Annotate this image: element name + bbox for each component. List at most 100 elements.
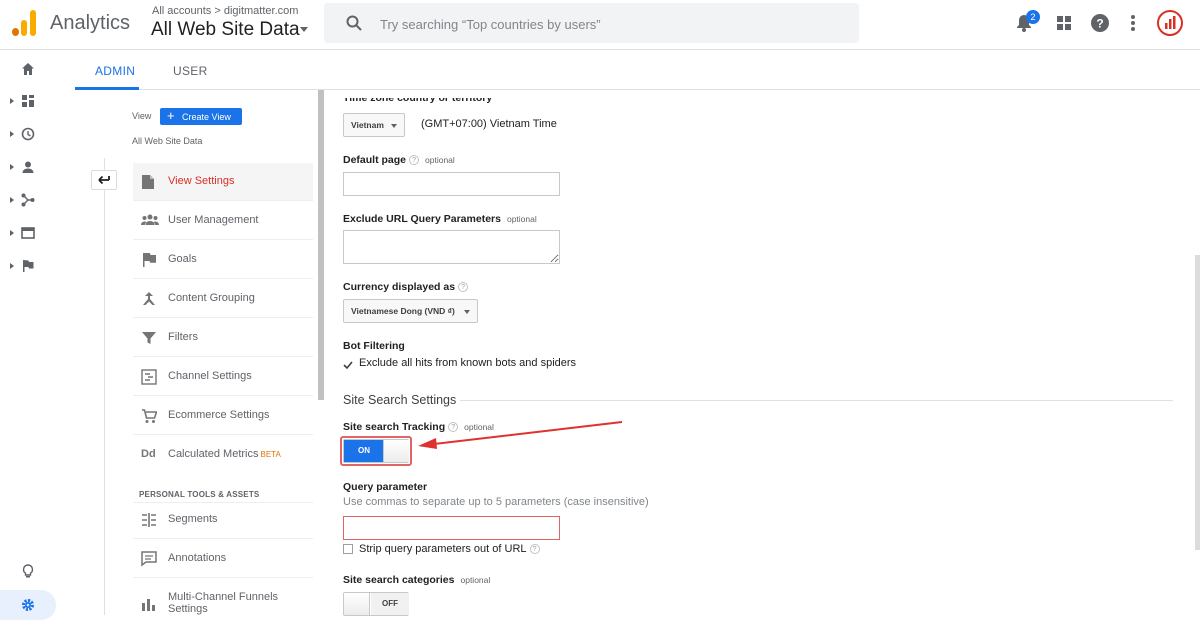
more-vert-icon[interactable]: [1122, 12, 1144, 34]
property-selector[interactable]: All Web Site Data: [151, 19, 300, 41]
divider: [460, 400, 1173, 401]
search-bar[interactable]: [324, 3, 859, 43]
column-scrollbar[interactable]: [318, 90, 324, 400]
nav-segments[interactable]: Segments: [133, 501, 313, 539]
rail-realtime[interactable]: [8, 123, 48, 147]
expand-arrow-icon: [10, 263, 14, 269]
nav-channel-settings[interactable]: Channel Settings: [133, 358, 313, 396]
tab-admin[interactable]: ADMIN: [95, 64, 135, 78]
grouping-icon: [143, 292, 155, 305]
site-search-categories-toggle[interactable]: OFF: [343, 592, 409, 616]
behavior-icon: [21, 227, 35, 239]
nav-goals[interactable]: Goals: [133, 241, 313, 279]
site-search-categories-label: Site search categories optional: [343, 574, 491, 586]
beta-badge: BETA: [260, 450, 281, 459]
account-breadcrumb[interactable]: All accounts > digitmatter.com: [152, 5, 298, 17]
rail-audience[interactable]: [8, 156, 48, 180]
query-parameter-hint: Use commas to separate up to 5 parameter…: [343, 496, 649, 508]
people-icon: [141, 214, 159, 225]
rail-conversions[interactable]: [8, 255, 48, 279]
plus-icon: +: [167, 108, 175, 123]
query-parameter-input[interactable]: [343, 516, 560, 540]
flag-icon: [23, 260, 34, 272]
strip-query-checkbox[interactable]: [343, 544, 353, 554]
help-icon[interactable]: ?: [529, 544, 540, 554]
nav-label: Annotations: [168, 552, 227, 564]
nav-label: Filters: [168, 331, 198, 343]
nav-label: Calculated Metrics BETA: [168, 448, 281, 460]
rail-acquisition[interactable]: [8, 189, 48, 213]
select-value: Vietnam: [351, 120, 384, 130]
arrow-back-icon: [98, 175, 110, 185]
personal-tools-header: PERSONAL TOOLS & ASSETS: [139, 490, 260, 499]
page-scrollbar[interactable]: [1195, 255, 1200, 550]
timezone-value: (GMT+07:00) Vietnam Time: [421, 118, 557, 130]
gear-icon: [22, 599, 34, 611]
bar-chart-icon: [142, 599, 155, 611]
apps-grid-icon[interactable]: [1053, 12, 1075, 34]
exclude-url-label: Exclude URL Query Parameters optional: [343, 213, 537, 225]
chevron-down-icon[interactable]: [300, 27, 308, 32]
dd-icon: Dd: [141, 448, 156, 460]
tab-user[interactable]: USER: [173, 64, 208, 78]
annotation-icon: [141, 551, 157, 567]
document-icon: [142, 175, 154, 189]
expand-arrow-icon: [10, 98, 14, 104]
bot-filtering-checkbox[interactable]: [343, 357, 353, 370]
analytics-logo[interactable]: [12, 10, 38, 36]
rail-admin-active[interactable]: [0, 590, 56, 620]
nav-content-grouping[interactable]: Content Grouping: [133, 280, 313, 318]
channel-icon: [141, 369, 157, 385]
flag-icon: [143, 253, 156, 267]
tree-line: [104, 190, 105, 615]
annotation-arrow-icon: [418, 421, 623, 449]
acquisition-icon: [21, 193, 35, 207]
rail-home[interactable]: [8, 58, 48, 82]
admin-tabs: ADMIN USER: [75, 50, 1200, 90]
rail-behavior[interactable]: [8, 222, 48, 246]
lightbulb-icon: [22, 564, 34, 578]
segments-icon: [142, 513, 156, 527]
help-icon[interactable]: ?: [409, 155, 420, 165]
nav-label: Channel Settings: [168, 370, 252, 382]
help-icon[interactable]: ?: [458, 282, 469, 292]
nav-calculated-metrics[interactable]: Dd Calculated Metrics BETA: [133, 436, 313, 474]
create-view-button[interactable]: + Create View: [160, 108, 242, 125]
nav-label: User Management: [168, 214, 259, 226]
rail-customization[interactable]: [8, 90, 48, 114]
active-tab-indicator: [75, 87, 139, 90]
person-icon: [22, 161, 34, 173]
help-icon[interactable]: ?: [1089, 12, 1111, 34]
strip-query-label: Strip query parameters out of URL?: [359, 543, 540, 555]
timezone-country-select[interactable]: Vietnam: [343, 113, 405, 137]
nav-multi-channel-funnels[interactable]: Multi-Channel Funnels Settings: [133, 579, 313, 624]
account-avatar[interactable]: [1157, 10, 1183, 36]
nav-label: Segments: [168, 513, 218, 525]
dashboard-icon: [22, 95, 34, 107]
nav-filters[interactable]: Filters: [133, 319, 313, 357]
expand-arrow-icon: [10, 230, 14, 236]
default-page-input[interactable]: [343, 172, 560, 196]
default-page-label: Default page? optional: [343, 154, 455, 166]
nav-annotations[interactable]: Annotations: [133, 540, 313, 578]
rail-discover[interactable]: [8, 560, 48, 584]
nav-user-management[interactable]: User Management: [133, 202, 313, 240]
toggle-off-label: OFF: [371, 593, 409, 615]
search-input[interactable]: [380, 13, 840, 35]
nav-ecommerce-settings[interactable]: Ecommerce Settings: [133, 397, 313, 435]
timezone-label: Time zone country or territory: [343, 92, 493, 104]
cart-icon: [142, 409, 157, 423]
nav-label: View Settings: [168, 175, 235, 187]
site-search-heading: Site Search Settings: [343, 393, 457, 407]
notification-badge: 2: [1026, 10, 1040, 24]
nav-label: Goals: [168, 253, 197, 265]
currency-select[interactable]: Vietnamese Dong (VND ₫): [343, 299, 478, 323]
exclude-url-textarea[interactable]: [343, 230, 560, 264]
query-parameter-label: Query parameter: [343, 481, 428, 493]
nav-view-settings[interactable]: View Settings: [133, 163, 313, 201]
view-label: View: [132, 111, 152, 121]
bot-filtering-text: Exclude all hits from known bots and spi…: [359, 357, 577, 369]
view-name[interactable]: All Web Site Data: [132, 136, 202, 146]
back-button[interactable]: [91, 170, 117, 190]
nav-label: Ecommerce Settings: [168, 409, 270, 421]
